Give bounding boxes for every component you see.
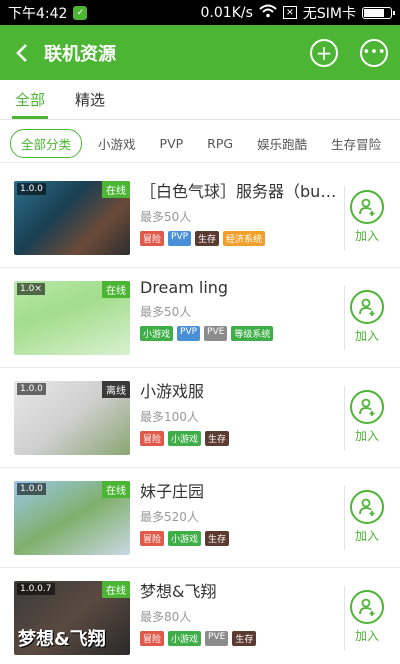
- plus-icon[interactable]: +: [310, 38, 338, 67]
- add-user-icon: [350, 590, 384, 624]
- server-tags: 冒险 小游戏 生存: [140, 431, 338, 446]
- server-version: 1.0.0: [17, 483, 46, 495]
- server-thumbnail: 1.0.0 离线: [14, 381, 130, 455]
- app-bar: 联机资源 + •••: [0, 25, 400, 80]
- online-status-badge: 在线: [102, 481, 130, 498]
- server-tag: 小游戏: [168, 431, 202, 446]
- online-status-badge: 在线: [102, 181, 130, 198]
- category-all[interactable]: 全部分类: [10, 129, 83, 158]
- divider: [344, 286, 345, 350]
- server-tag: PVP: [177, 326, 201, 341]
- add-user-icon: [350, 290, 384, 324]
- server-name: 梦想&飞翔: [140, 582, 217, 601]
- server-tags: 冒险 PVP 生存 经济系统: [140, 231, 338, 246]
- server-name: Dream ling: [140, 278, 229, 297]
- server-tag: 冒险: [140, 631, 165, 646]
- app-notification-icon: ✓: [73, 5, 88, 20]
- server-row[interactable]: 1.0.0 在线 ［白色气球］服务器（bug... 最多50人 冒险 PVP 生存经…: [0, 168, 400, 268]
- chat-icon[interactable]: •••: [360, 38, 388, 67]
- server-tag: 等级系统: [231, 326, 274, 341]
- server-row[interactable]: 1.0.0 在线 妹子庄园 最多520人 冒险 小游戏 生存 加入: [0, 468, 400, 568]
- divider: [344, 486, 345, 550]
- server-row[interactable]: 1.0× 在线 Dream ling 最多50人 小游戏 PVP PVE 等级系统 加…: [0, 268, 400, 368]
- join-button[interactable]: 加入: [348, 190, 386, 244]
- server-tags: 冒险 小游戏 PVE 生存: [140, 631, 338, 646]
- server-version: 1.0×: [17, 283, 45, 295]
- server-tag: 生存: [205, 431, 230, 446]
- server-tag: 生存: [232, 631, 257, 646]
- online-status-badge: 离线: [102, 381, 130, 398]
- join-button[interactable]: 加入: [348, 490, 386, 544]
- tab-all[interactable]: 全部: [0, 80, 60, 119]
- server-tag: 冒险: [140, 531, 165, 546]
- tab-bar: 全部 精选: [0, 80, 400, 120]
- server-row[interactable]: 1.0.0 离线 小游戏服 最多100人 冒险 小游戏 生存 加入: [0, 368, 400, 468]
- server-version: 1.0.0: [17, 383, 46, 395]
- tab-featured[interactable]: 精选: [60, 80, 120, 119]
- server-tag: 冒险: [140, 431, 165, 446]
- server-capacity: 最多50人: [140, 210, 192, 224]
- add-user-icon: [350, 190, 384, 224]
- category-pvp[interactable]: PVP: [148, 136, 196, 151]
- server-capacity: 最多50人: [140, 305, 192, 319]
- server-list: 1.0.0 在线 ［白色气球］服务器（bug... 最多50人 冒险 PVP 生存经…: [0, 168, 400, 664]
- server-tag: 小游戏: [168, 531, 202, 546]
- divider: [344, 586, 345, 650]
- chevron-left-icon[interactable]: [0, 25, 44, 80]
- online-status-badge: 在线: [102, 281, 130, 298]
- network-speed: 0.01K/s: [200, 4, 253, 21]
- server-tag: 小游戏: [140, 326, 174, 341]
- server-version: 1.0.0: [17, 183, 46, 195]
- server-capacity: 最多100人: [140, 410, 199, 424]
- join-label: 加入: [354, 229, 379, 243]
- category-minigame[interactable]: 小游戏: [86, 134, 148, 153]
- category-rpg[interactable]: RPG: [195, 136, 245, 151]
- server-name: 小游戏服: [140, 382, 205, 401]
- category-parkour[interactable]: 娱乐跑酷: [245, 134, 319, 153]
- server-tag: 冒险: [140, 231, 165, 246]
- thumbnail-caption: 梦想&飞翔: [18, 629, 106, 650]
- add-user-icon: [350, 390, 384, 424]
- join-button[interactable]: 加入: [348, 590, 386, 644]
- server-tag: 生存: [205, 531, 230, 546]
- join-label: 加入: [354, 629, 379, 643]
- category-bar: 全部分类 小游戏 PVP RPG 娱乐跑酷 生存冒险: [0, 125, 400, 163]
- no-sim-icon: ✕: [282, 6, 297, 19]
- server-tag: 生存: [195, 231, 220, 246]
- server-thumbnail: 1.0.0 在线: [14, 181, 130, 255]
- server-name: 妹子庄园: [140, 482, 205, 501]
- server-tag: PVP: [168, 231, 192, 246]
- server-tag: PVE: [205, 631, 229, 646]
- server-tag: 经济系统: [223, 231, 266, 246]
- divider: [344, 386, 345, 450]
- server-capacity: 最多80人: [140, 610, 192, 624]
- wifi-icon: [259, 4, 277, 22]
- join-button[interactable]: 加入: [348, 290, 386, 344]
- battery-icon: [362, 6, 395, 19]
- server-name: ［白色气球］服务器（bug...: [140, 182, 338, 201]
- server-row[interactable]: 1.0.0.7 在线 梦想&飞翔 梦想&飞翔 最多80人 冒险 小游戏 PVE 生存 …: [0, 568, 400, 664]
- server-version: 1.0.0.7: [17, 583, 55, 595]
- server-thumbnail: 1.0× 在线: [14, 281, 130, 355]
- server-tags: 冒险 小游戏 生存: [140, 531, 338, 546]
- online-status-badge: 在线: [102, 581, 130, 598]
- sim-status: 无SIM卡: [302, 5, 356, 22]
- status-bar: 下午4:42 ✓ 0.01K/s ✕ 无SIM卡: [0, 0, 400, 25]
- join-label: 加入: [354, 529, 379, 543]
- server-tag: 小游戏: [168, 631, 202, 646]
- server-tag: PVE: [204, 326, 228, 341]
- join-label: 加入: [354, 429, 379, 443]
- add-user-icon: [350, 490, 384, 524]
- server-thumbnail: 1.0.0.7 在线 梦想&飞翔: [14, 581, 130, 655]
- server-tags: 小游戏 PVP PVE 等级系统: [140, 326, 338, 341]
- join-label: 加入: [354, 329, 379, 343]
- join-button[interactable]: 加入: [348, 390, 386, 444]
- server-thumbnail: 1.0.0 在线: [14, 481, 130, 555]
- divider: [344, 186, 345, 250]
- category-survival[interactable]: 生存冒险: [319, 134, 393, 153]
- page-title: 联机资源: [44, 43, 116, 65]
- server-capacity: 最多520人: [140, 510, 199, 524]
- status-time: 下午4:42: [8, 5, 68, 22]
